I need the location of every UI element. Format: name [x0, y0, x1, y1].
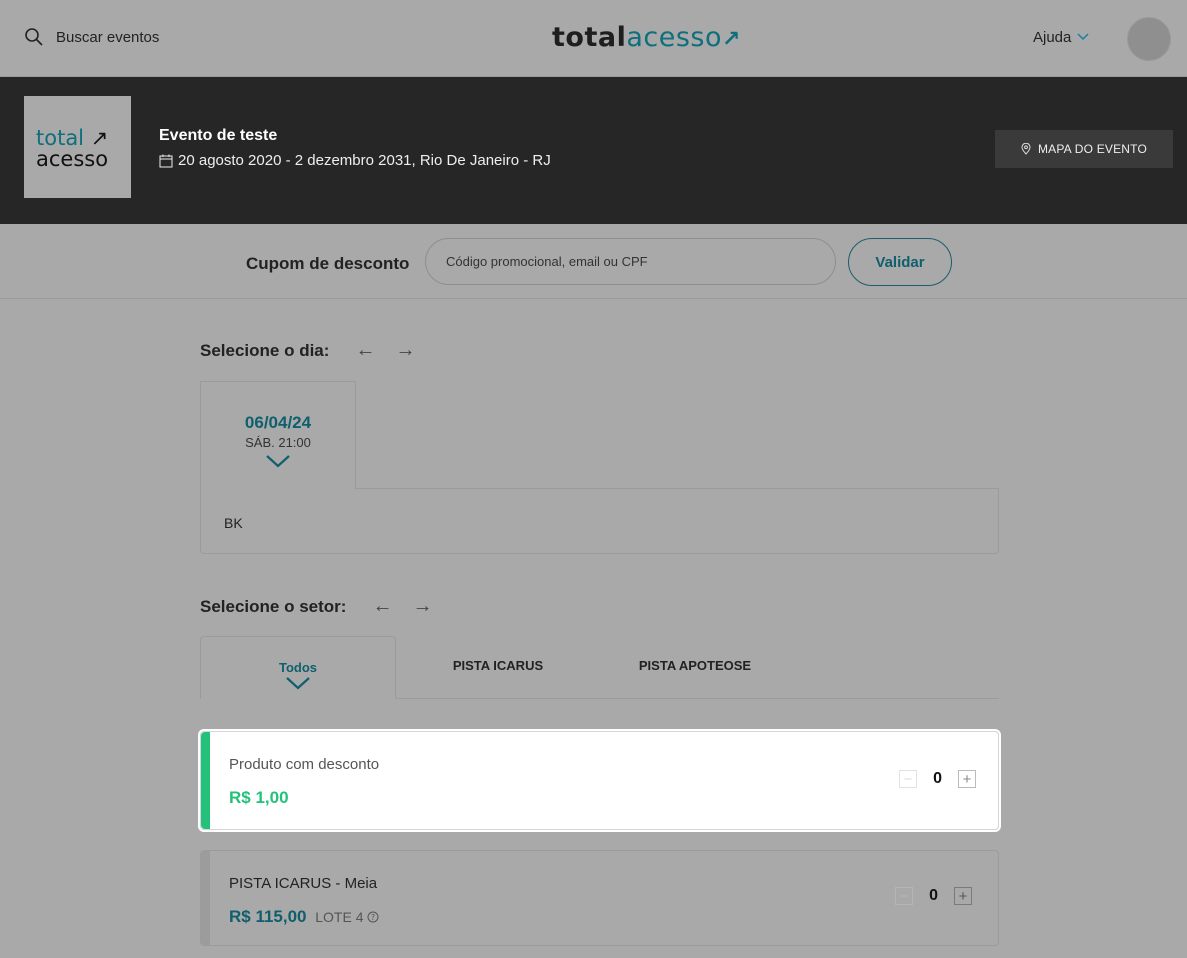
sector-tabs: Todos PISTA ICARUS PISTA APOTEOSE — [200, 636, 999, 699]
plus-icon[interactable]: + — [954, 887, 972, 905]
tab-pista-icarus[interactable]: PISTA ICARUS — [420, 636, 576, 699]
minus-icon[interactable]: − — [895, 887, 914, 905]
chevron-down-icon — [1077, 32, 1089, 44]
product-card: PISTA ICARUS - Meia R$ 115,00 LOTE 4 ? −… — [200, 850, 999, 946]
coupon-input[interactable]: Código promocional, email ou CPF — [425, 238, 836, 285]
help-menu[interactable]: Ajuda — [1033, 29, 1089, 46]
product-accent-bar — [201, 851, 210, 945]
help-label: Ajuda — [1033, 29, 1072, 46]
event-map-label: MAPA DO EVENTO — [1037, 142, 1148, 156]
svg-text:?: ? — [371, 913, 375, 922]
event-logo-line2: acesso — [36, 147, 109, 171]
day-section-title: Selecione o dia: — [200, 340, 330, 360]
day-tab-selected[interactable]: 06/04/24 SÁB. 21:00 — [200, 381, 356, 490]
brand-text-dark: total — [552, 22, 627, 53]
brand-arrow-icon: ↗ — [722, 27, 741, 52]
day-content-panel: BK — [200, 488, 999, 554]
event-logo: total ↗ acesso — [24, 96, 131, 198]
coupon-label: Cupom de desconto — [246, 254, 410, 273]
tab-todos[interactable]: Todos — [200, 636, 396, 699]
help-circle-icon[interactable]: ? — [367, 911, 379, 923]
arrow-right-icon[interactable]: → — [412, 595, 432, 618]
product-price-row: R$ 115,00 LOTE 4 ? — [229, 907, 379, 927]
event-date-location: 20 agosto 2020 - 2 dezembro 2031, Rio De… — [159, 152, 551, 169]
quantity-stepper: − 0 + — [899, 770, 976, 788]
plus-icon[interactable]: + — [958, 770, 976, 788]
search-icon — [25, 28, 43, 46]
quantity-stepper: − 0 + — [895, 887, 972, 905]
product-price: R$ 115,00 — [229, 907, 307, 926]
tab-label: Todos — [278, 660, 318, 675]
chevron-down-icon — [201, 454, 355, 473]
product-accent-bar — [201, 732, 210, 829]
product-lote-label: LOTE 4 — [315, 909, 364, 925]
search-label: Buscar eventos — [56, 28, 160, 46]
chevron-down-icon — [286, 677, 310, 690]
arrow-right-icon[interactable]: → — [395, 339, 415, 362]
arrow-left-icon[interactable]: ← — [372, 595, 392, 618]
event-map-button[interactable]: MAPA DO EVENTO — [995, 130, 1173, 168]
sector-section-title: Selecione o setor: — [200, 596, 347, 616]
product-card-highlighted: Produto com desconto R$ 1,00 − 0 + — [198, 729, 1001, 832]
tab-label: PISTA APOTEOSE — [638, 658, 752, 673]
validate-button[interactable]: Validar — [848, 238, 952, 286]
location-pin-icon — [1021, 143, 1031, 155]
day-section-header: Selecione o dia: ← → — [200, 339, 415, 362]
event-date-text: 20 agosto 2020 - 2 dezembro 2031, Rio De… — [178, 152, 551, 169]
day-tab-date: 06/04/24 — [244, 413, 312, 432]
quantity-value: 0 — [933, 770, 942, 787]
quantity-value: 0 — [929, 887, 938, 904]
brand-logo[interactable]: totalacesso↗ — [552, 22, 741, 53]
product-name: Produto com desconto — [229, 756, 380, 773]
top-bar: Buscar eventos totalacesso↗ Ajuda — [0, 0, 1187, 77]
event-banner: total ↗ acesso MAPA DO EVENTO — [0, 77, 1187, 224]
product-lote: LOTE 4 ? — [315, 909, 379, 925]
product-name: PISTA ICARUS - Meia — [229, 875, 378, 892]
calendar-icon — [159, 154, 173, 167]
sector-section-header: Selecione o setor: ← → — [200, 595, 432, 618]
arrow-left-icon[interactable]: ← — [355, 339, 375, 362]
tab-pista-apoteose[interactable]: PISTA APOTEOSE — [605, 636, 785, 699]
search-trigger[interactable]: Buscar eventos — [24, 27, 159, 47]
day-content-text: BK — [224, 515, 243, 531]
brand-text-accent: acesso — [626, 22, 722, 53]
coupon-placeholder: Código promocional, email ou CPF — [446, 254, 648, 269]
minus-icon[interactable]: − — [899, 770, 918, 788]
tab-label: PISTA ICARUS — [452, 658, 544, 673]
product-price: R$ 1,00 — [229, 788, 289, 807]
day-tab-time: SÁB. 21:00 — [245, 435, 311, 450]
avatar[interactable] — [1127, 17, 1171, 61]
coupon-bar: Cupom de desconto Código promocional, em… — [0, 224, 1187, 299]
event-title: Evento de teste — [159, 127, 278, 144]
